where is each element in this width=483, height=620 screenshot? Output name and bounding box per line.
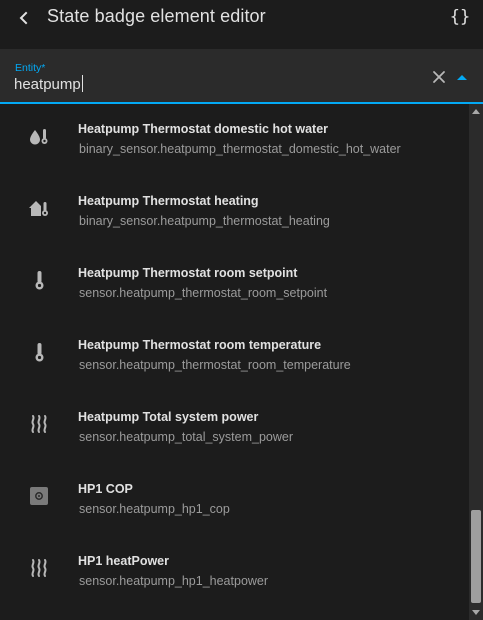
list-item[interactable]: HP1 heatPower sensor.heatpump_hp1_heatpo…: [0, 536, 469, 608]
list-item[interactable]: Heatpump Thermostat room setpoint sensor…: [0, 248, 469, 320]
scroll-up-arrow-icon[interactable]: [472, 109, 480, 114]
item-entity-id: sensor.heatpump_thermostat_room_temperat…: [79, 358, 351, 372]
item-name: Heatpump Thermostat domestic hot water: [78, 122, 329, 136]
dialog-header: State badge element editor {}: [0, 0, 483, 48]
item-entity-id: sensor.heatpump_hp1_heatpower: [79, 574, 269, 588]
thermometer-icon: [27, 268, 51, 292]
back-button[interactable]: [12, 6, 36, 30]
text-caret: [81, 75, 83, 92]
code-braces-icon: {}: [449, 7, 471, 27]
thermometer-icon: [27, 340, 51, 364]
list-item[interactable]: Heatpump Thermostat heating binary_senso…: [0, 176, 469, 248]
item-entity-id: binary_sensor.heatpump_thermostat_heatin…: [79, 214, 330, 228]
list-item[interactable]: Heatpump Thermostat room temperature sen…: [0, 320, 469, 392]
caret-up-icon: [457, 75, 467, 80]
heat-waves-icon: [27, 556, 51, 580]
entity-input[interactable]: heatpump: [14, 75, 83, 93]
item-entity-id: sensor.heatpump_thermostat_room_setpoint: [79, 286, 328, 300]
close-icon: [433, 71, 445, 83]
item-name: Heatpump Thermostat room temperature: [78, 338, 322, 352]
scroll-down-arrow-icon[interactable]: [472, 610, 480, 615]
chevron-left-icon: [19, 11, 28, 25]
sensor-chip-icon: [27, 484, 51, 508]
water-thermometer-icon: [27, 124, 51, 148]
list-item[interactable]: HP1 COP sensor.heatpump_hp1_cop: [0, 464, 469, 536]
item-entity-id: sensor.heatpump_total_system_power: [79, 430, 294, 444]
clear-button[interactable]: [431, 69, 447, 85]
item-name: Heatpump Total system power: [78, 410, 259, 424]
entity-field-label: Entity*: [15, 62, 46, 74]
entity-options-list[interactable]: Heatpump Thermostat domestic hot water b…: [0, 104, 469, 620]
entity-combobox[interactable]: Entity* heatpump: [0, 49, 483, 104]
item-entity-id: sensor.heatpump_hp1_cop: [79, 502, 230, 516]
list-item[interactable]: Heatpump Thermostat domestic hot water b…: [0, 104, 469, 176]
dropdown-toggle-button[interactable]: [454, 69, 470, 85]
item-entity-id: binary_sensor.heatpump_thermostat_domest…: [79, 142, 401, 156]
heat-waves-icon: [27, 412, 51, 436]
item-name: HP1 heatPower: [78, 554, 170, 568]
item-name: Heatpump Thermostat heating: [78, 194, 259, 208]
list-scrollbar[interactable]: [469, 104, 483, 620]
code-editor-button[interactable]: {}: [447, 4, 473, 30]
item-name: Heatpump Thermostat room setpoint: [78, 266, 298, 280]
page-title: State badge element editor: [47, 6, 266, 26]
scroll-thumb[interactable]: [471, 510, 481, 603]
entity-input-value: heatpump: [14, 76, 81, 93]
home-thermometer-icon: [27, 196, 51, 220]
list-item[interactable]: Heatpump Total system power sensor.heatp…: [0, 392, 469, 464]
item-name: HP1 COP: [78, 482, 133, 496]
